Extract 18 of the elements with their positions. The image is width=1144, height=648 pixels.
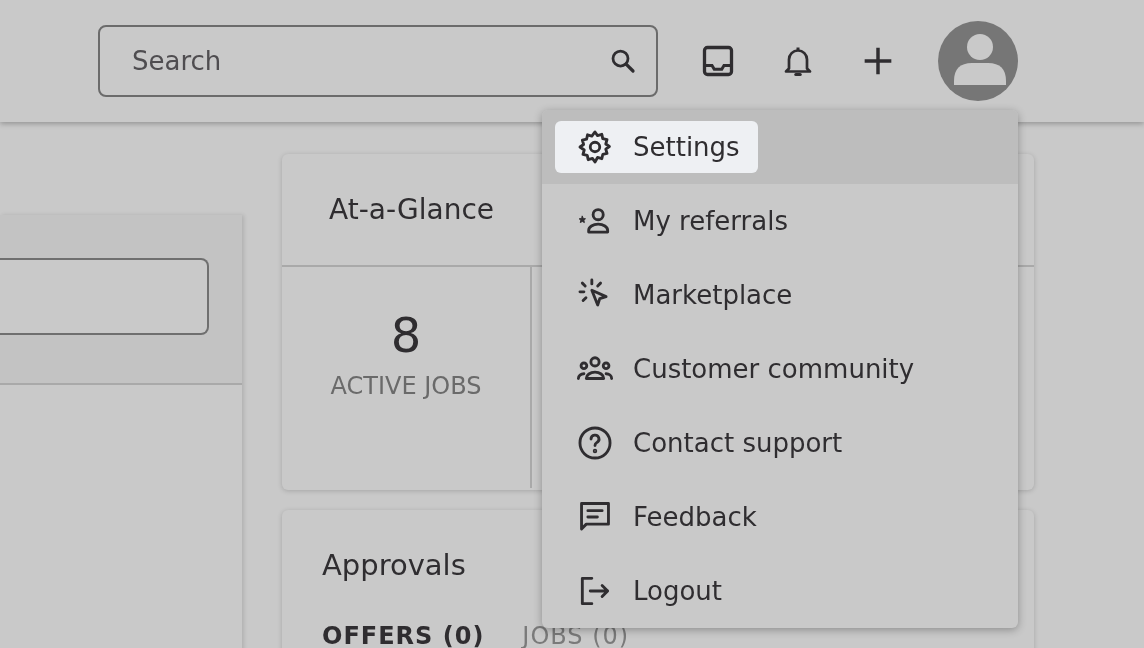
card-title: At-a-Glance [329,193,495,226]
tab[interactable]: OFFERS (0) [322,622,485,648]
menu-item[interactable]: Contact support [542,406,1018,480]
stat-label: ACTIVE JOBS [330,371,482,400]
input-field[interactable] [0,258,209,335]
menu-item[interactable]: Marketplace [542,258,1018,332]
menu-item[interactable]: Feedback [542,480,1018,554]
gear-icon [576,128,614,166]
inbox-icon[interactable] [700,43,736,79]
card-title: Approvals [322,548,467,582]
menu-item[interactable]: Customer community [542,332,1018,406]
stat-value: 8 [390,309,422,362]
avatar-icon[interactable] [938,21,1018,101]
menu-item[interactable]: Settings [542,110,1018,184]
search-field[interactable]: Search [98,25,658,97]
menu-item[interactable]: Logout [542,554,1018,628]
menu-item[interactable]: My referrals [542,184,1018,258]
question-circle-icon [576,424,614,462]
